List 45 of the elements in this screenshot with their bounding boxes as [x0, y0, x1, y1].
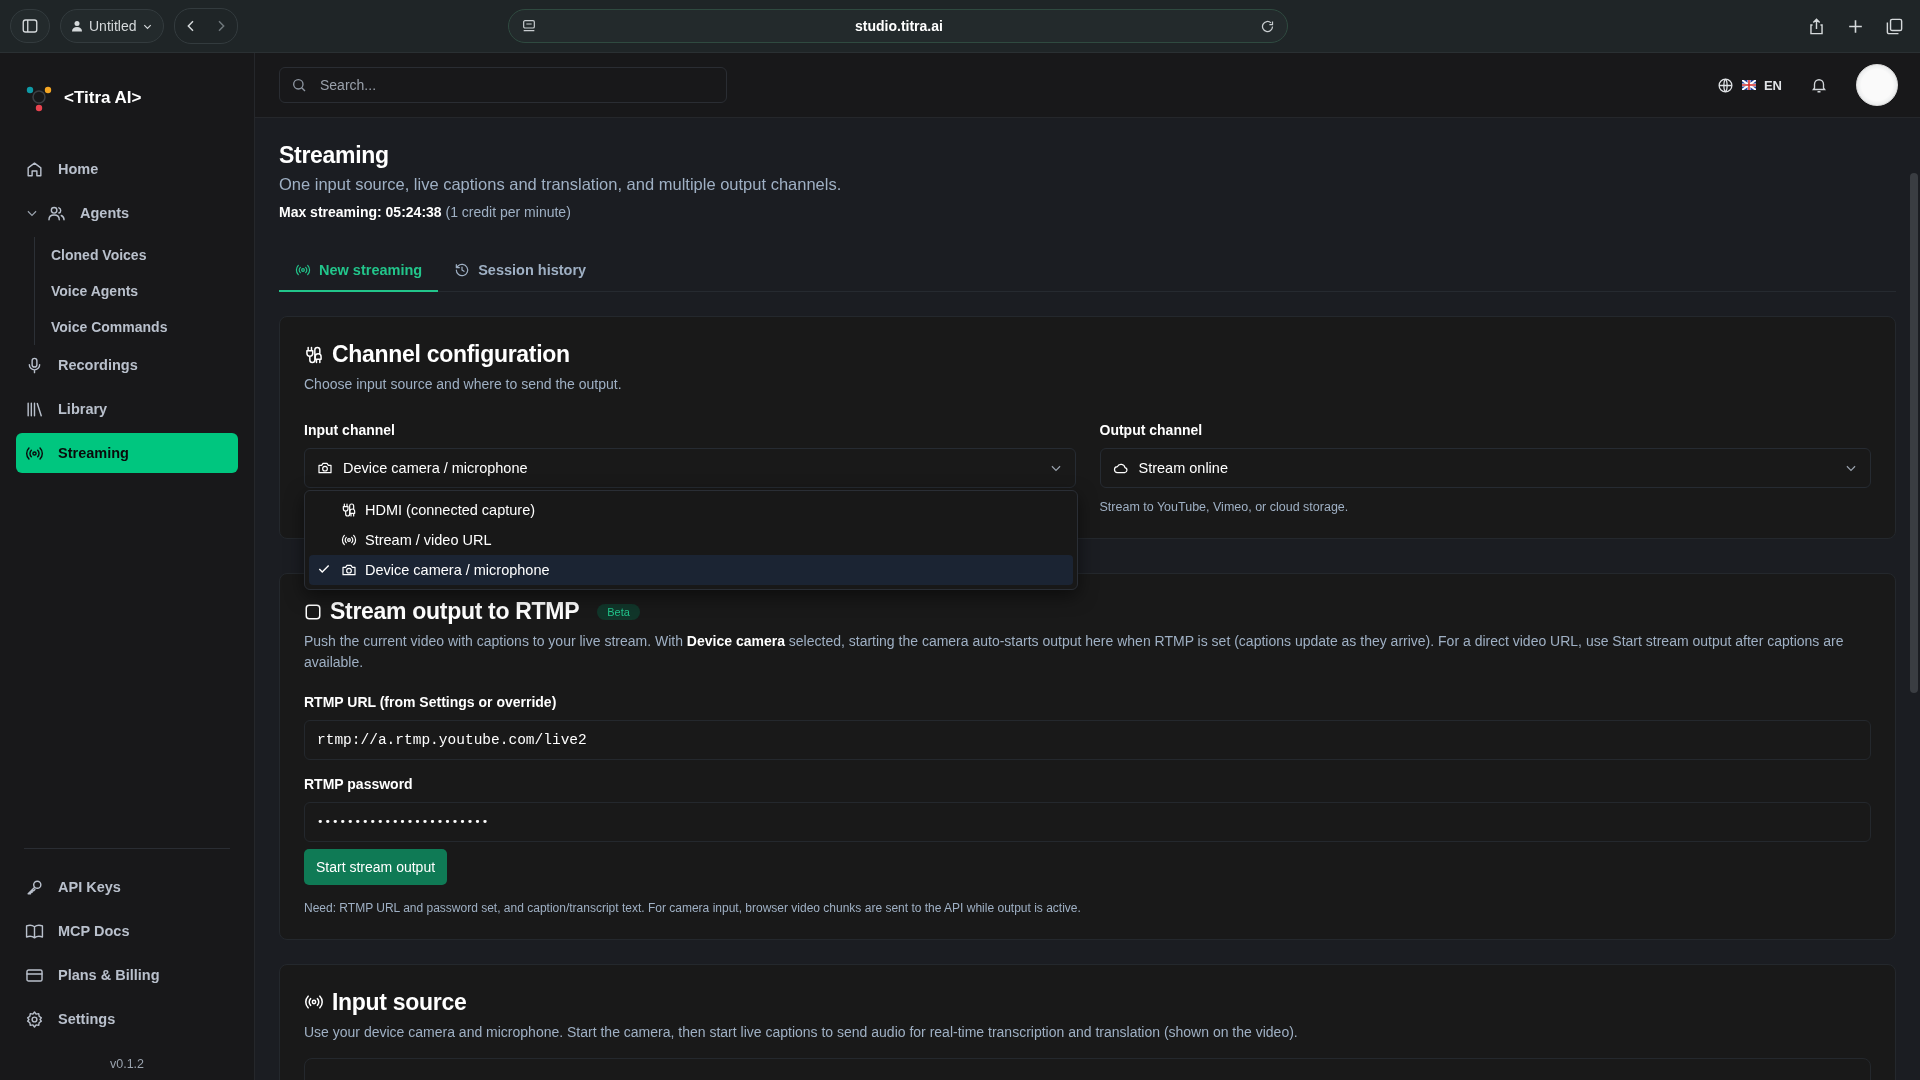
sidebar-item[interactable]: Streaming — [16, 433, 238, 473]
rtmp-password-field[interactable]: ••••••••••••••••••••••• — [304, 801, 1871, 842]
sidebar-subitem[interactable]: Voice Commands — [51, 309, 238, 345]
brand-name: <Titra AI> — [64, 88, 142, 108]
input-channel-select[interactable]: Device camera / microphone — [304, 448, 1076, 489]
sidebar-subitem[interactable]: Cloned Voices — [51, 237, 238, 273]
dropdown-option[interactable]: Stream / video URL — [309, 525, 1073, 556]
field-label: RTMP password — [304, 775, 414, 792]
sidebar-item[interactable]: Plans & Billing — [16, 955, 238, 995]
language-label[interactable]: EN — [1763, 77, 1782, 93]
card-description: Use your device camera and microphone. Start the camera, then start live captions to send audio for real-time transcription and translation (shown on the video). — [304, 1022, 1299, 1042]
sidebar-subitem[interactable]: Voice Agents — [51, 273, 238, 309]
address-bar[interactable]: studio.titra.ai — [508, 9, 1289, 43]
start-stream-output-button[interactable]: Start stream output — [304, 848, 448, 885]
card-title: Channel configuration — [332, 341, 570, 368]
max-streaming-label: Max streaming: 05:24:38 — [279, 204, 442, 220]
field-label: Output channel — [1099, 422, 1204, 439]
sidebar-item[interactable]: Recordings — [16, 345, 238, 385]
page-subtitle: One input source, live captions and translation, and multiple output channels. — [279, 175, 843, 194]
sidebar-item[interactable]: API Keys — [16, 867, 238, 907]
requirements-note: Need: RTMP URL and password set, and caption/transcript text. For camera input, browser video chunks are sent to the API while output is active. — [304, 900, 1082, 915]
sidebar-item[interactable]: Library — [16, 389, 238, 429]
profile-button[interactable]: Untitled — [60, 9, 165, 43]
sidebar-item[interactable]: Settings — [16, 999, 238, 1039]
dropdown-option[interactable]: Device camera / microphone — [309, 555, 1073, 586]
version-label: v0.1.2 — [108, 1056, 146, 1071]
card-description: Push the current video with captions to your live stream. With Device camera selected, starting the camera auto-starts output here when RTMP is set (captions update as they arrive). For a direct video URL, use Start stream output after captions are available. — [304, 632, 1845, 672]
field-label: RTMP URL (from Settings or override) — [304, 693, 558, 710]
output-channel-select[interactable]: Stream online — [1099, 448, 1871, 489]
sidebar-item[interactable]: MCP Docs — [16, 911, 238, 951]
rtmp-url-field[interactable]: rtmp://a.rtmp.youtube.com/live2 — [304, 719, 1871, 760]
beta-badge: Beta — [597, 603, 640, 620]
card-description: Choose input source and where to send the output. — [304, 375, 623, 394]
tab[interactable]: New streaming — [279, 250, 439, 292]
sidebar-item[interactable]: Home — [16, 149, 238, 189]
card-title: Stream output to RTMP — [330, 598, 580, 626]
field-label: Input channel — [304, 422, 396, 439]
page-title: Streaming — [279, 142, 390, 169]
field-hint: Stream to YouTube, Vimeo, or cloud storage. — [1099, 500, 1350, 515]
tab[interactable]: Session history — [438, 250, 603, 292]
credit-note: (1 credit per minute) — [445, 204, 571, 220]
dropdown-option[interactable]: HDMI (connected capture) — [309, 495, 1073, 526]
sidebar-item[interactable]: Agents — [16, 193, 238, 233]
search-field[interactable]: Search... — [279, 67, 727, 103]
card-title: Input source — [332, 988, 467, 1016]
